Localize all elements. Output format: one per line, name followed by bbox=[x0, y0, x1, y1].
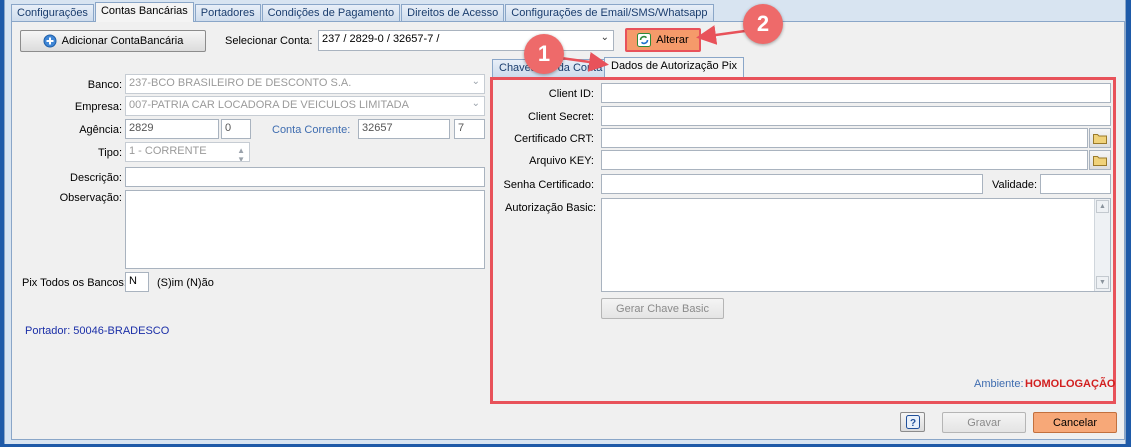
callout-1: 1 bbox=[524, 34, 564, 74]
window-frame: Configurações Contas Bancárias Portadore… bbox=[4, 0, 1126, 444]
callout-2: 2 bbox=[743, 4, 783, 44]
arrow-1 bbox=[560, 52, 609, 72]
arrow-2 bbox=[696, 25, 746, 45]
annotation-arrows bbox=[560, 25, 746, 72]
